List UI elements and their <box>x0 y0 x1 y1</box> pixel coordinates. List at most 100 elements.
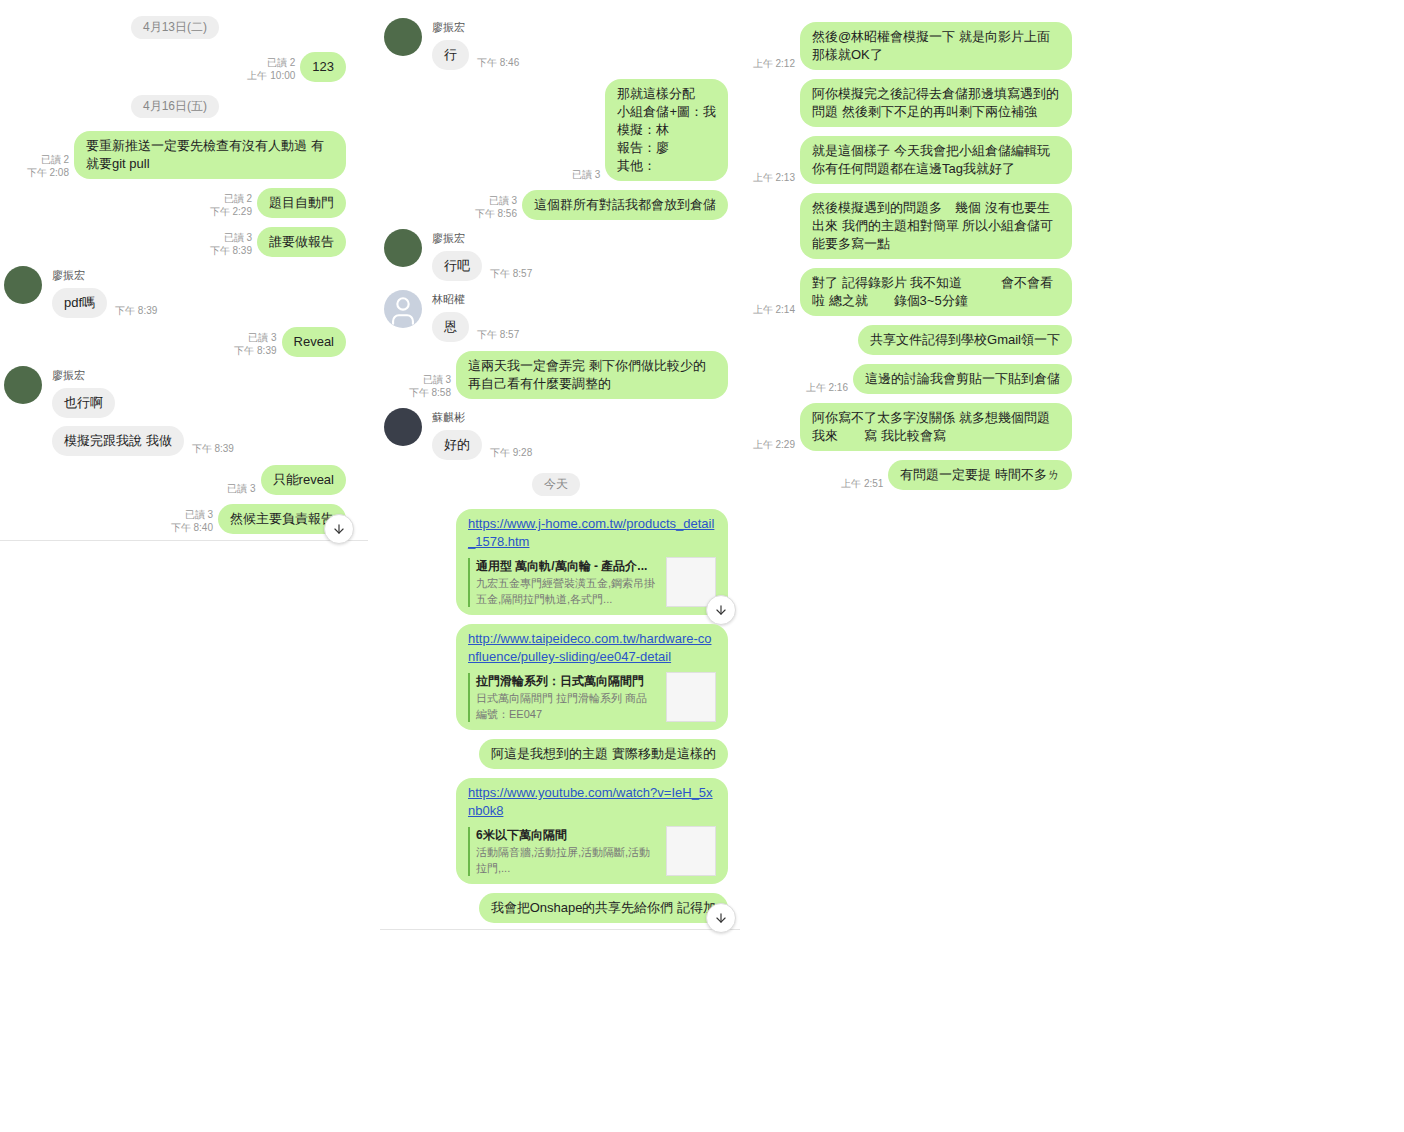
preview-description: 日式萬向隔間門 拉門滑輪系列 商品編號：EE047 <box>476 690 658 722</box>
sent-message: 我會把Onshape的共享先給你們 記得加 <box>384 893 728 923</box>
date-label: 4月13日(二) <box>131 16 219 39</box>
message-bubble: 這個群所有對話我都會放到倉儲 <box>522 190 728 220</box>
chat-column: 上午 2:12然後@林昭權會模擬一下 就是向影片上面那樣就OK了阿你模擬完之後記… <box>745 0 1080 496</box>
message-time: 上午 2:51 <box>841 477 883 490</box>
received-message: 廖振宏行吧下午 8:57 <box>384 229 728 281</box>
chat-page: 4月13日(二)已讀 2上午 10:001234月16日(五)已讀 2下午 2:… <box>0 0 1404 1132</box>
sent-message: 已讀 2下午 2:08要重新推送一定要先檢查有沒有人動過 有就要git pull <box>4 131 346 179</box>
message-time: 下午 8:57 <box>490 267 532 281</box>
received-line: 模擬完跟我說 我做下午 8:39 <box>52 426 234 456</box>
received-line: 好的下午 9:28 <box>432 430 532 460</box>
message-time: 上午 2:13 <box>753 171 795 184</box>
message-time: 下午 8:40 <box>171 521 213 534</box>
message-bubble: 好的 <box>432 430 482 460</box>
preview-text: 通用型 萬向軌/萬向輪 - 產品介...九宏五金專門經營裝潢五金,鋼索吊掛五金,… <box>468 558 658 607</box>
link-message: https://www.youtube.com/watch?v=IeH_5xnb… <box>384 778 728 884</box>
read-receipt: 已讀 2 <box>224 192 252 205</box>
scroll-down-button[interactable] <box>706 903 736 933</box>
link-url[interactable]: https://www.j-home.com.tw/products_detai… <box>468 515 716 551</box>
link-bubble: http://www.taipeideco.com.tw/hardware-co… <box>456 624 728 730</box>
scroll-down-button[interactable] <box>706 595 736 625</box>
bubble-wrap: 然後模擬遇到的問題多 幾個 沒有也要生出來 我們的主題相對簡單 所以小組倉儲可能… <box>800 193 1072 259</box>
message-time: 上午 2:12 <box>753 57 795 70</box>
preview-description: 活動隔音牆,活動拉屏,活動隔斷,活動拉門,... <box>476 844 658 876</box>
preview-thumbnail <box>666 672 716 722</box>
sent-message: 已讀 3只能reveal <box>4 465 346 495</box>
message-meta: 已讀 3 <box>227 482 255 495</box>
sender-name: 廖振宏 <box>52 368 234 383</box>
message-time: 下午 9:28 <box>490 446 532 460</box>
message-bubble: 模擬完跟我說 我做 <box>52 426 184 456</box>
received-message: 廖振宏行下午 8:46 <box>384 18 728 70</box>
sent-message: 共享文件記得到學校Gmail領一下 <box>749 325 1072 355</box>
message-meta: 已讀 3下午 8:39 <box>210 231 252 257</box>
message-bubble: 123 <box>300 52 346 82</box>
message-time: 下午 8:39 <box>192 442 234 456</box>
sent-message: 阿你模擬完之後記得去倉儲那邊填寫遇到的問題 然後剩下不足的再叫剩下兩位補強 <box>749 79 1072 127</box>
sent-message: 已讀 3下午 8:39誰要做報告 <box>4 227 346 257</box>
received-body: 廖振宏pdf嗎下午 8:39 <box>52 266 157 318</box>
bubble-wrap: 這邊的討論我會剪貼一下貼到倉儲 <box>853 364 1072 394</box>
message-bubble: 行吧 <box>432 251 482 281</box>
sender-name: 廖振宏 <box>432 231 532 246</box>
read-receipt: 已讀 3 <box>489 194 517 207</box>
link-preview[interactable]: 拉門滑輪系列：日式萬向隔間門日式萬向隔間門 拉門滑輪系列 商品編號：EE047 <box>468 672 716 722</box>
bubble-wrap: 題目自動門 <box>257 188 346 218</box>
received-message: 蘇麒彬好的下午 9:28 <box>384 408 728 460</box>
message-meta: 上午 2:12 <box>753 57 795 70</box>
bubble-wrap: 這個群所有對話我都會放到倉儲 <box>522 190 728 220</box>
message-meta: 上午 2:14 <box>753 303 795 316</box>
link-preview[interactable]: 6米以下萬向隔間活動隔音牆,活動拉屏,活動隔斷,活動拉門,... <box>468 826 716 876</box>
bubble-wrap: 就是這個樣子 今天我會把小組倉儲編輯玩 你有任何問題都在這邊Tag我就好了 <box>800 136 1072 184</box>
sent-message: 已讀 3下午 8:40然候主要負責報告 <box>4 504 346 534</box>
date-divider: 4月13日(二) <box>4 12 346 43</box>
bubble-wrap: 要重新推送一定要先檢查有沒有人動過 有就要git pull <box>74 131 346 179</box>
link-url[interactable]: https://www.youtube.com/watch?v=IeH_5xnb… <box>468 784 716 820</box>
avatar[interactable] <box>384 408 422 446</box>
sent-message: 上午 2:12然後@林昭權會模擬一下 就是向影片上面那樣就OK了 <box>749 22 1072 70</box>
received-line: pdf嗎下午 8:39 <box>52 288 157 318</box>
bubble-wrap: 共享文件記得到學校Gmail領一下 <box>858 325 1072 355</box>
received-line: 恩下午 8:57 <box>432 312 519 342</box>
avatar[interactable] <box>384 229 422 267</box>
read-receipt: 已讀 2 <box>267 56 295 69</box>
message-bubble: 也行啊 <box>52 388 115 418</box>
link-message: http://www.taipeideco.com.tw/hardware-co… <box>384 624 728 730</box>
message-time: 下午 8:57 <box>477 328 519 342</box>
message-time: 上午 2:29 <box>753 438 795 451</box>
sent-message: 已讀 3 那就這樣分配 小組倉儲+圖：我 模擬：林 報告：廖 其他： <box>384 79 728 181</box>
preview-title: 拉門滑輪系列：日式萬向隔間門 <box>476 673 658 690</box>
avatar[interactable] <box>384 290 422 328</box>
bubble-wrap: 那就這樣分配 小組倉儲+圖：我 模擬：林 報告：廖 其他： <box>605 79 728 181</box>
received-message: 林昭權恩下午 8:57 <box>384 290 728 342</box>
read-receipt: 已讀 3 <box>185 508 213 521</box>
bubble-wrap: 對了 記得錄影片 我不知道 會不會看啦 總之就 錄個3~5分鐘 <box>800 268 1072 316</box>
sender-name: 林昭權 <box>432 292 519 307</box>
link-url[interactable]: http://www.taipeideco.com.tw/hardware-co… <box>468 630 716 666</box>
preview-thumbnail <box>666 826 716 876</box>
message-bubble: 那就這樣分配 小組倉儲+圖：我 模擬：林 報告：廖 其他： <box>605 79 728 181</box>
avatar[interactable] <box>4 266 42 304</box>
message-bubble: 行 <box>432 40 469 70</box>
bubble-wrap: 阿這是我想到的主題 實際移動是這樣的 <box>479 739 728 769</box>
bubble-wrap: Reveal <box>282 327 346 357</box>
arrow-down-icon <box>332 522 346 536</box>
message-bubble: 阿這是我想到的主題 實際移動是這樣的 <box>479 739 728 769</box>
link-preview[interactable]: 通用型 萬向軌/萬向輪 - 產品介...九宏五金專門經營裝潢五金,鋼索吊掛五金,… <box>468 557 716 607</box>
read-receipt: 已讀 3 <box>572 168 600 181</box>
bubble-wrap: 誰要做報告 <box>257 227 346 257</box>
bubble-wrap: 有問題一定要提 時間不多ㄌ <box>888 460 1072 490</box>
preview-title: 6米以下萬向隔間 <box>476 827 658 844</box>
preview-text: 6米以下萬向隔間活動隔音牆,活動拉屏,活動隔斷,活動拉門,... <box>468 827 658 876</box>
message-meta: 上午 2:51 <box>841 477 883 490</box>
scroll-down-button[interactable] <box>324 514 354 544</box>
read-receipt: 已讀 3 <box>248 331 276 344</box>
message-meta: 已讀 3 <box>572 168 600 181</box>
avatar[interactable] <box>4 366 42 404</box>
message-bubble: 阿你模擬完之後記得去倉儲那邊填寫遇到的問題 然後剩下不足的再叫剩下兩位補強 <box>800 79 1072 127</box>
date-label: 今天 <box>532 473 580 496</box>
sent-message: 上午 2:51 有問題一定要提 時間不多ㄌ <box>749 460 1072 490</box>
avatar[interactable] <box>384 18 422 56</box>
sent-message: 已讀 3下午 8:56這個群所有對話我都會放到倉儲 <box>384 190 728 220</box>
read-receipt: 已讀 3 <box>423 373 451 386</box>
